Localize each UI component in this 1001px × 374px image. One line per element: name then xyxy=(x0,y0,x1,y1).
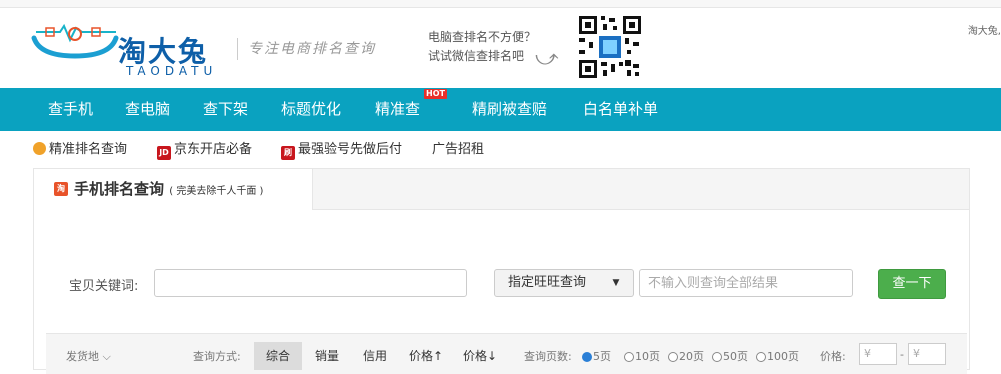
keyword-label: 宝贝关键词: xyxy=(69,279,139,294)
sub-link-label: 最强验号先做后付 xyxy=(298,142,403,157)
tab-title-text: 手机排名查询 xyxy=(74,180,165,198)
logo[interactable]: 淘大兔 TAODATU xyxy=(30,22,240,78)
tab-title: 手机排名查询 ( 完美去除千人千面 ) xyxy=(74,178,263,199)
logo-subtext: TAODATU xyxy=(126,64,218,78)
radio-icon xyxy=(668,352,678,362)
jd-icon: JD xyxy=(157,146,171,160)
ship-from-label: 发货地 xyxy=(66,350,99,363)
tip-line-1: 电脑查排名不方便？ xyxy=(428,30,537,44)
filter-bar: 发货地 ⌵ 查询方式: 综合 销量 信用 价格↑ 价格↓ 查询页数: 5页 10… xyxy=(46,333,967,374)
sub-link-label: 精准排名查询 xyxy=(49,142,128,157)
radio-icon xyxy=(756,352,766,362)
page-option-5[interactable]: 5页 xyxy=(582,348,611,364)
page-option-20[interactable]: 20页 xyxy=(668,348,704,364)
price-min-input[interactable]: ¥ xyxy=(859,343,897,365)
method-label: 查询方式: xyxy=(193,350,241,363)
price-label: 价格: xyxy=(820,350,846,363)
price-max-input[interactable]: ¥ xyxy=(908,343,946,365)
pages-label: 查询页数: xyxy=(524,350,572,363)
sort-price-asc[interactable]: 价格↑ xyxy=(400,342,452,370)
radio-icon xyxy=(712,352,722,362)
radio-icon xyxy=(582,352,592,362)
wangwang-query-button[interactable]: 指定旺旺查询 xyxy=(494,269,600,297)
sub-link-precise-rank[interactable]: 精准排名查询 xyxy=(33,139,127,161)
qr-code-icon xyxy=(578,15,642,79)
sort-sales[interactable]: 销量 xyxy=(304,342,350,370)
ship-from-select[interactable]: 发货地 ⌵ xyxy=(66,348,111,364)
search-button[interactable]: 查一下 xyxy=(878,269,946,299)
taobao-icon: 淘 xyxy=(54,182,68,196)
qr-code xyxy=(575,12,645,82)
hot-badge: HOT xyxy=(424,89,447,99)
brush-icon: 刷 xyxy=(281,146,295,160)
nav-item-title-optimize[interactable]: 标题优化 xyxy=(281,88,341,131)
wechat-tip: 电脑查排名不方便？ 试试微信查排名吧 xyxy=(428,28,536,66)
top-bar xyxy=(0,0,1001,8)
page-option-label: 100页 xyxy=(767,350,799,363)
nav-item-pc[interactable]: 查电脑 xyxy=(125,88,170,131)
page-option-50[interactable]: 50页 xyxy=(712,348,748,364)
query-panel: 淘 手机排名查询 ( 完美去除千人千面 ) 宝贝关键词: 指定旺旺查询 ▼ 查一… xyxy=(33,168,970,374)
nav-item-phone[interactable]: 查手机 xyxy=(48,88,93,131)
chevron-down-icon[interactable]: ▼ xyxy=(599,269,634,297)
chevron-down-icon: ⌵ xyxy=(102,350,111,363)
page-option-label: 10页 xyxy=(635,350,660,363)
page-option-label: 20页 xyxy=(679,350,704,363)
tab-phone-rank[interactable]: 淘 手机排名查询 ( 完美去除千人千面 ) xyxy=(34,169,313,210)
rabbit-logo-icon xyxy=(31,23,119,59)
radio-icon xyxy=(624,352,634,362)
page-option-label: 50页 xyxy=(723,350,748,363)
wangwang-input[interactable] xyxy=(639,269,853,297)
sub-link-label: 广告招租 xyxy=(432,142,485,157)
sort-comprehensive[interactable]: 综合 xyxy=(254,342,302,370)
page-option-10[interactable]: 10页 xyxy=(624,348,660,364)
arrow-icon: ⤻ xyxy=(535,46,559,71)
page-option-100[interactable]: 100页 xyxy=(756,348,799,364)
nav-item-refund[interactable]: 精刷被查赔 xyxy=(472,88,547,131)
nav-item-precise[interactable]: 精准查 xyxy=(375,88,420,131)
tab-note: ( 完美去除千人千面 ) xyxy=(169,186,264,197)
tip-line-2: 试试微信查排名吧 xyxy=(428,49,525,63)
sub-link-ads[interactable]: 广告招租 xyxy=(432,139,484,161)
sub-link-jd[interactable]: JD 京东开店必备 xyxy=(157,139,252,161)
nav-item-whitelist[interactable]: 白名单补单 xyxy=(583,88,658,131)
price-separator: - xyxy=(900,348,904,361)
coin-icon xyxy=(33,142,46,155)
user-name[interactable]: 淘大兔, xyxy=(968,22,1001,37)
page-option-label: 5页 xyxy=(593,350,611,363)
sub-link-verify[interactable]: 刷最强验号先做后付 xyxy=(281,139,402,161)
keyword-input[interactable] xyxy=(154,269,467,297)
nav-item-delisted[interactable]: 查下架 xyxy=(203,88,248,131)
tab-bar: 淘 手机排名查询 ( 完美去除千人千面 ) xyxy=(34,169,969,210)
slogan: 专注电商排名查询 xyxy=(237,38,376,60)
sort-credit[interactable]: 信用 xyxy=(352,342,398,370)
main-nav: 查手机 查电脑 查下架 标题优化 精准查 HOT 精刷被查赔 白名单补单 xyxy=(0,88,1001,131)
sub-link-label: 京东开店必备 xyxy=(174,142,253,157)
header: 淘大兔 TAODATU 专注电商排名查询 电脑查排名不方便？ 试试微信查排名吧 … xyxy=(0,8,1001,88)
sort-price-desc[interactable]: 价格↓ xyxy=(454,342,506,370)
